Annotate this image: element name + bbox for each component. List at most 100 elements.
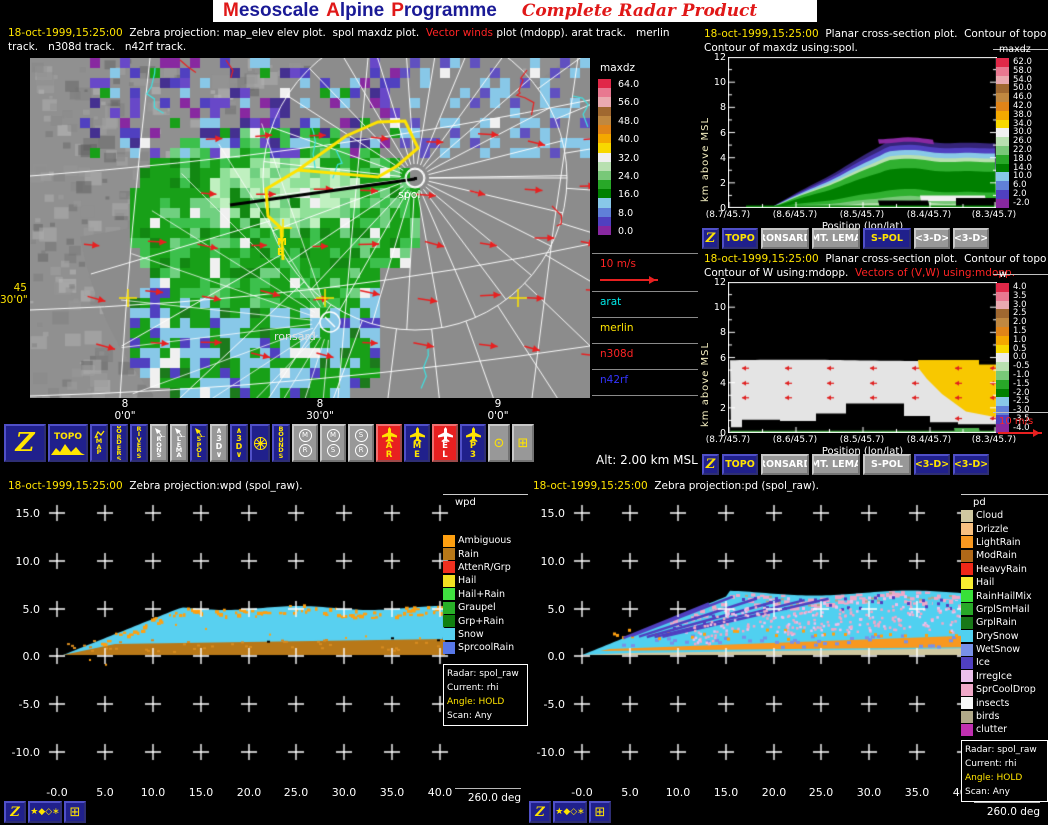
aircraft-merlin-button[interactable]: ME (404, 424, 430, 462)
zebra-display: MesoscaleAlpineProgramme Complete Radar … (0, 0, 1048, 825)
legend-swatch (961, 697, 973, 709)
legend-entry: Hail (443, 574, 528, 587)
legend-swatch (961, 563, 973, 575)
tick-label: 5.0 (548, 603, 566, 616)
cs2-toolbar: ZTOPORONSARDMT. LEMAS-POL<3-D><3-D> (702, 454, 989, 475)
s-pol-button[interactable]: S-POL (863, 454, 911, 475)
topo-overlay-button[interactable]: TOPO (48, 424, 88, 462)
br-y-ticks: 15.010.05.00.0-5.0-10.0 (527, 498, 565, 768)
info-line: Scan: Any (447, 709, 524, 723)
br-rhi-canvas (570, 498, 985, 768)
3d-view-button[interactable]: ∧3D∨ (210, 424, 228, 462)
cs2-y-axis-label: km above MSL (700, 297, 711, 427)
maxdz-colorbar-labels: 64.056.048.040.032.024.016.08.00.0 (618, 58, 658, 248)
tick-label: (8.3/45.7) (972, 210, 1016, 220)
legend-swatch (961, 510, 973, 522)
s-pol-button[interactable]: S-POL (863, 228, 911, 249)
ronsard-radar-button[interactable]: RONS (150, 424, 168, 462)
tick-label: 10 (714, 77, 726, 88)
info-line: Angle: HOLD (965, 771, 1044, 785)
tick-label: 10.0 (16, 555, 41, 568)
tick-label: 25.0 (284, 786, 309, 799)
3d-button[interactable]: <3-D> (914, 454, 950, 475)
mt-lema-button[interactable]: MT. LEMA (812, 454, 860, 475)
tick-label: 0.0 (548, 650, 566, 663)
aircraft-electra-button[interactable]: EL (432, 424, 458, 462)
rivers-overlay-button[interactable]: RIVERS (130, 424, 148, 462)
3d-view-button[interactable]: ∧3D∨ (230, 424, 248, 462)
lema-radar-button[interactable]: LEMA (170, 424, 188, 462)
legend-swatch (443, 575, 455, 587)
legend-title: wpd (443, 494, 528, 512)
tick-label: -0.0 (571, 786, 592, 799)
zebra-menu-button[interactable]: Z (702, 454, 719, 475)
tick-label: 10.0 (666, 786, 691, 799)
tick-label: 5.0 (23, 603, 41, 616)
tick-label: 64.0 (618, 79, 639, 90)
grid-button[interactable]: ⊞ (64, 801, 86, 823)
tick-label: 30.0 (857, 786, 882, 799)
cs2-colorbar (996, 283, 1009, 433)
zebra-menu-button[interactable]: Z (4, 424, 46, 462)
ms-product-button[interactable]: MS (320, 424, 346, 462)
track-label-n42rf: n42rf (600, 374, 628, 386)
cs2-header-line1: 18-oct-1999,15:25:00 Planar cross-sectio… (704, 252, 1048, 266)
zebra-menu-button[interactable]: Z (4, 801, 26, 823)
grid-button[interactable]: ⊞ (512, 424, 534, 462)
tick-label: 10.0 (141, 786, 166, 799)
borders-overlay-button[interactable]: BORDERS (110, 424, 128, 462)
tick-label: 6 (720, 353, 726, 364)
tick-label: 35.0 (380, 786, 405, 799)
mr-product-button[interactable]: MR (292, 424, 318, 462)
legend-entry: GrplSmHail (961, 603, 1048, 616)
legend-entry: Graupel (443, 601, 528, 614)
cs1-y-ticks: 121086420 (712, 52, 726, 212)
aircraft-p3-button[interactable]: P3 (460, 424, 486, 462)
tick-label: -5.0 (544, 698, 565, 711)
map-overlay-button[interactable]: MAP (90, 424, 108, 462)
bounds-overlay-button[interactable]: BOUNDS (272, 424, 290, 462)
track-label-n308d: n308d (600, 348, 633, 360)
tick-label: 48.0 (618, 116, 639, 127)
map-toolbar: ZTOPOMAPBORDERSRIVERSRONSLEMASPOL∧3D∨∧3D… (4, 424, 534, 462)
tick-label: 0.0 (618, 226, 633, 237)
cs2-colorbar-title: w (999, 269, 1007, 280)
site-label-ronsard[interactable]: ronsard (274, 330, 316, 343)
wheel-button[interactable] (250, 424, 270, 462)
target-button[interactable]: ⊙ (488, 424, 510, 462)
zebra-menu-button[interactable]: Z (529, 801, 551, 823)
legend-entry: SprCoolDrop (961, 683, 1048, 696)
legend-swatch (961, 670, 973, 682)
precip-types-button[interactable]: ★◆◇∗ (553, 801, 587, 823)
main-map-canvas[interactable] (30, 58, 590, 398)
tick-label: 2 (720, 403, 726, 414)
tick-label: 10.0 (541, 555, 566, 568)
grid-button[interactable]: ⊞ (589, 801, 611, 823)
topo-button[interactable]: TOPO (722, 228, 758, 249)
tick-label: 80'0" (114, 398, 135, 422)
legend-entry: WetSnow (961, 643, 1048, 656)
zebra-menu-button[interactable]: Z (702, 228, 719, 249)
sr-product-button[interactable]: SR (348, 424, 374, 462)
legend-swatch (961, 630, 973, 642)
3d-button[interactable]: <3-D> (953, 228, 989, 249)
precip-types-button[interactable]: ★◆◇∗ (28, 801, 62, 823)
cs1-header-line2: Contour of maxdz using:spol. (704, 41, 858, 55)
ronsard-button[interactable]: RONSARD (761, 228, 809, 249)
3d-button[interactable]: <3-D> (914, 228, 950, 249)
ronsard-button[interactable]: RONSARD (761, 454, 809, 475)
legend-swatch (443, 561, 455, 573)
tick-label: (8.4/45.7) (907, 435, 951, 445)
aircraft-arat-button[interactable]: AR (376, 424, 402, 462)
legend-entry: Snow (443, 628, 528, 641)
map-header-line1: 18-oct-1999,15:25:00 Zebra projection: m… (8, 26, 670, 40)
page-title: MesoscaleAlpineProgramme (223, 0, 504, 22)
3d-button[interactable]: <3-D> (953, 454, 989, 475)
map-lat-label: 4530'0" (0, 282, 27, 306)
site-label-spol[interactable]: spol (398, 188, 421, 201)
legend-entry: Drizzle (961, 522, 1048, 535)
legend-swatch (961, 711, 973, 723)
mt-lema-button[interactable]: MT. LEMA (812, 228, 860, 249)
spol-radar-button[interactable]: SPOL (190, 424, 208, 462)
topo-button[interactable]: TOPO (722, 454, 758, 475)
